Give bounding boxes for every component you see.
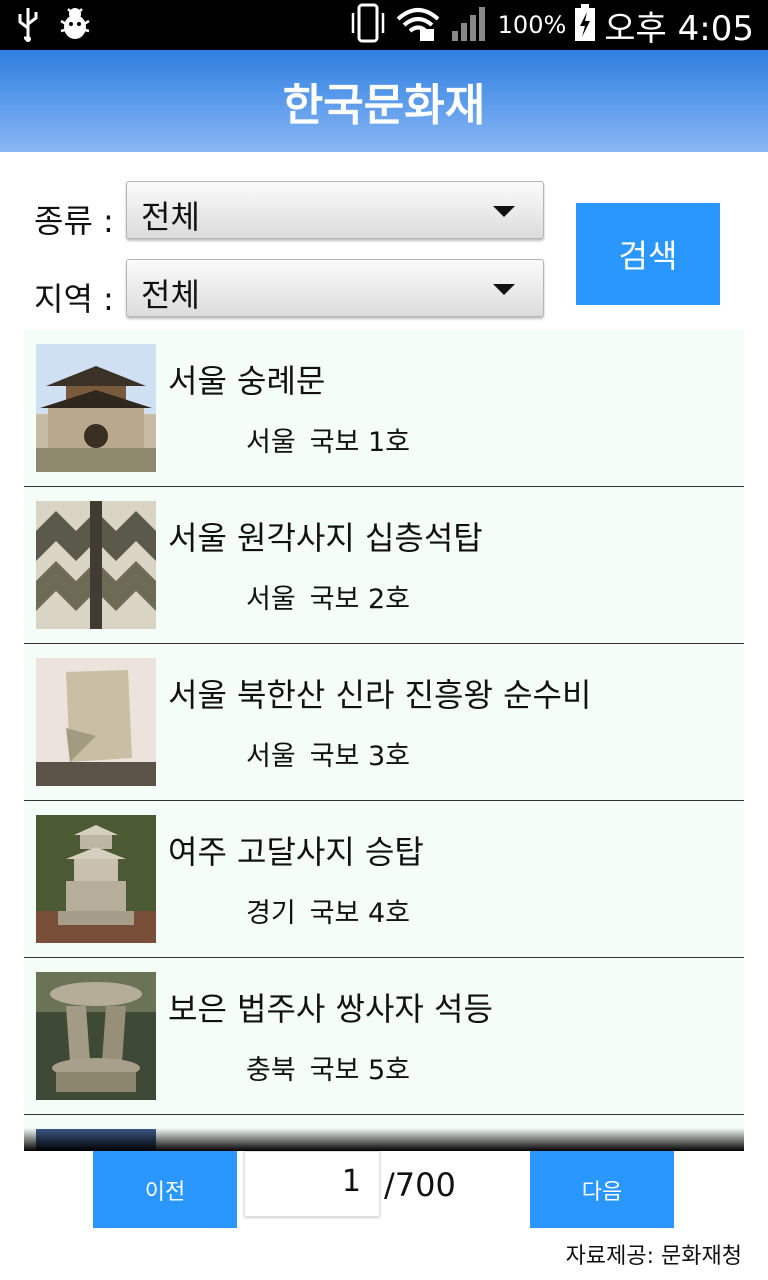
wifi-lock-icon <box>394 3 442 47</box>
item-thumbnail <box>36 972 156 1100</box>
list-item[interactable]: 여주 고달사지 승탑 경기 국보 4호 <box>24 801 744 958</box>
data-source-credit: 자료제공: 문화재청 <box>565 1244 742 1269</box>
item-subtitle: 충북 국보 5호 <box>246 1048 410 1087</box>
item-region: 경기 <box>246 898 296 929</box>
item-thumbnail <box>36 658 156 786</box>
heritage-list[interactable]: 서울 숭례문 서울 국보 1호 서울 원각사지 십층석탑 서울 국보 2호 서울… <box>24 330 744 1151</box>
clock: 오후 4:05 <box>604 8 754 49</box>
list-item[interactable]: 서울 숭례문 서울 국보 1호 <box>24 330 744 487</box>
item-region: 서울 <box>246 741 296 772</box>
usb-icon <box>16 6 40 46</box>
item-designation: 국보 4호 <box>309 898 410 929</box>
page-number-input[interactable]: 1 <box>244 1151 380 1217</box>
item-designation: 국보 1호 <box>309 427 410 458</box>
region-filter-label: 지역 : <box>34 280 114 318</box>
app-header: 한국문화재 <box>0 50 768 152</box>
list-item[interactable]: 보은 법주사 쌍사자 석등 충북 국보 5호 <box>24 958 744 1115</box>
item-designation: 국보 5호 <box>309 1055 410 1086</box>
list-item[interactable]: 서울 북한산 신라 진흥왕 순수비 서울 국보 3호 <box>24 644 744 801</box>
page-total: /700 <box>384 1166 456 1204</box>
battery-percent: 100% <box>497 11 567 39</box>
item-subtitle: 서울 국보 2호 <box>246 577 410 616</box>
item-designation: 국보 2호 <box>309 584 410 615</box>
type-select[interactable]: 전체 <box>126 181 544 239</box>
item-title: 보은 법주사 쌍사자 석등 <box>168 990 493 1028</box>
item-title: 여주 고달사지 승탑 <box>168 833 424 871</box>
dropdown-arrow-icon <box>493 206 515 217</box>
item-title: 서울 북한산 신라 진흥왕 순수비 <box>168 676 592 714</box>
search-button[interactable]: 검색 <box>576 203 720 305</box>
type-select-value: 전체 <box>141 198 200 236</box>
item-thumbnail <box>36 815 156 943</box>
dropdown-arrow-icon <box>493 284 515 295</box>
prev-page-button[interactable]: 이전 <box>93 1151 237 1228</box>
debug-bug-icon <box>58 7 92 45</box>
item-designation: 국보 3호 <box>309 741 410 772</box>
item-subtitle: 서울 국보 1호 <box>246 420 410 459</box>
region-select[interactable]: 전체 <box>126 259 544 317</box>
item-subtitle: 경기 국보 4호 <box>246 891 410 930</box>
signal-icon <box>450 3 490 47</box>
item-thumbnail <box>36 501 156 629</box>
list-item[interactable]: 서울 원각사지 십층석탑 서울 국보 2호 <box>24 487 744 644</box>
item-subtitle: 서울 국보 3호 <box>246 734 410 773</box>
item-thumbnail <box>36 344 156 472</box>
item-title: 서울 원각사지 십층석탑 <box>168 519 483 557</box>
status-bar: 100% 오후 4:05 <box>0 0 768 50</box>
type-filter-label: 종류 : <box>34 202 114 240</box>
item-region: 충북 <box>246 1055 296 1086</box>
next-page-button[interactable]: 다음 <box>530 1151 674 1228</box>
region-select-value: 전체 <box>141 276 200 314</box>
list-scroll-shadow <box>24 1128 744 1151</box>
vibrate-icon <box>350 3 386 47</box>
item-region: 서울 <box>246 584 296 615</box>
battery-charging-icon <box>574 4 596 46</box>
page-title: 한국문화재 <box>282 80 486 131</box>
item-title: 서울 숭례문 <box>168 362 326 400</box>
item-region: 서울 <box>246 427 296 458</box>
